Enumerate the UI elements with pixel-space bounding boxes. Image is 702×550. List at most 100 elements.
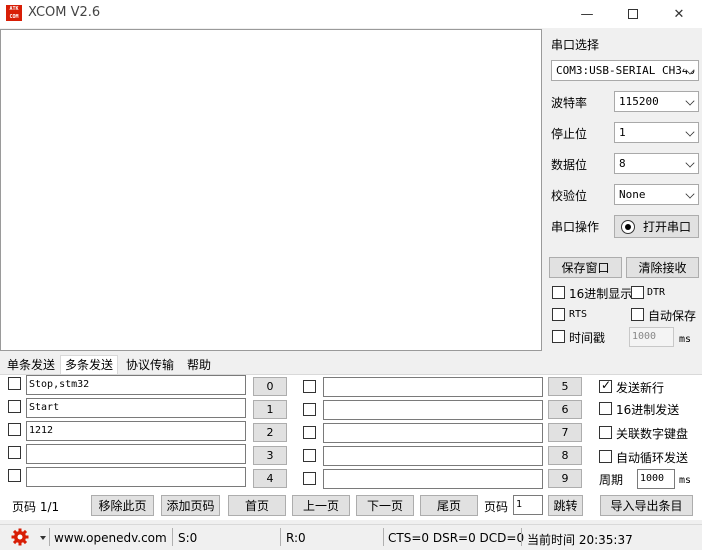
tab-multi-send[interactable]: 多条发送	[60, 355, 119, 375]
rts-checkbox[interactable]	[552, 308, 565, 321]
baud-value: 115200	[619, 95, 659, 108]
period-label: 周期	[599, 473, 624, 487]
tab-help[interactable]: 帮助	[182, 355, 216, 375]
add-page-button[interactable]: 添加页码	[161, 495, 220, 516]
send-row-button[interactable]: 9	[548, 469, 582, 488]
send-row-button[interactable]: 7	[548, 423, 582, 442]
auto-loop-checkbox[interactable]	[599, 450, 612, 463]
maximize-icon[interactable]	[610, 0, 656, 28]
last-page-button[interactable]: 尾页	[420, 495, 478, 516]
stopbits-label: 停止位	[551, 127, 588, 141]
jump-button[interactable]: 跳转	[548, 495, 583, 516]
app-logo-icon: ATK COM	[6, 5, 22, 21]
send-row-input[interactable]: Stop,stm32	[26, 375, 246, 395]
send-row-checkbox[interactable]	[303, 426, 316, 439]
import-export-button[interactable]: 导入导出条目	[600, 495, 693, 516]
send-row-input[interactable]	[323, 423, 543, 443]
signal-status: CTS=0 DSR=0 DCD=0	[388, 531, 525, 545]
send-row-input[interactable]	[323, 400, 543, 420]
send-row-checkbox[interactable]	[303, 472, 316, 485]
hex-display-checkbox[interactable]	[552, 286, 565, 299]
tab-single-send[interactable]: 单条发送	[2, 355, 60, 375]
send-row-button[interactable]: 6	[548, 400, 582, 419]
port-operation-label: 串口操作	[551, 220, 600, 234]
parity-combo[interactable]: None	[614, 184, 699, 205]
remove-page-button[interactable]: 移除此页	[91, 495, 154, 516]
send-row-button[interactable]: 2	[253, 423, 287, 442]
rts-label: RTS	[569, 309, 588, 320]
page-jump-label: 页码	[484, 500, 509, 514]
send-row-checkbox[interactable]	[8, 446, 21, 459]
timestamp-label: 时间戳	[569, 331, 606, 345]
send-row-checkbox[interactable]	[303, 380, 316, 393]
timestamp-input[interactable]: 1000	[629, 327, 674, 347]
send-row-checkbox[interactable]	[303, 403, 316, 416]
send-row-button[interactable]: 1	[253, 400, 287, 419]
send-row-button[interactable]: 3	[253, 446, 287, 465]
port-status-radio-icon	[621, 219, 635, 234]
dtr-checkbox[interactable]	[631, 286, 644, 299]
link-keypad-label: 关联数字键盘	[616, 427, 689, 441]
send-row-input[interactable]	[323, 377, 543, 397]
auto-loop-label: 自动循环发送	[616, 451, 689, 465]
parity-label: 校验位	[551, 189, 588, 203]
next-page-button[interactable]: 下一页	[356, 495, 414, 516]
send-row-checkbox[interactable]	[8, 469, 21, 482]
status-divider	[383, 528, 384, 546]
send-row-checkbox[interactable]	[8, 423, 21, 436]
website-link[interactable]: www.openedv.com	[54, 531, 167, 545]
send-row-input[interactable]	[323, 446, 543, 466]
send-row-input[interactable]: 1212	[26, 421, 246, 441]
gear-icon[interactable]	[10, 527, 30, 547]
chevron-down-icon[interactable]	[40, 536, 46, 540]
baud-combo[interactable]: 115200	[614, 91, 699, 112]
port-combo[interactable]: COM3:USB-SERIAL CH340	[551, 60, 699, 81]
hex-send-label: 16进制发送	[616, 403, 680, 417]
receive-output-area[interactable]	[0, 29, 542, 351]
tab-protocol[interactable]: 协议传输	[121, 355, 179, 375]
page-info: 页码 1/1	[12, 500, 60, 514]
auto-save-label: 自动保存	[648, 309, 697, 323]
chevron-down-icon	[685, 189, 695, 199]
databits-value: 8	[619, 157, 626, 170]
send-row-input[interactable]: Start	[26, 398, 246, 418]
hex-send-checkbox[interactable]	[599, 402, 612, 415]
status-divider	[172, 528, 173, 546]
stopbits-value: 1	[619, 126, 626, 139]
send-row-button[interactable]: 8	[548, 446, 582, 465]
send-row-button[interactable]: 0	[253, 377, 287, 396]
send-row-input[interactable]	[26, 444, 246, 464]
timestamp-checkbox[interactable]	[552, 330, 565, 343]
minimize-icon[interactable]: —	[564, 0, 610, 28]
stopbits-combo[interactable]: 1	[614, 122, 699, 143]
open-port-button[interactable]: 打开串口	[614, 215, 699, 238]
close-icon[interactable]: ✕	[656, 0, 702, 28]
period-input[interactable]: 1000	[637, 469, 675, 489]
send-row-checkbox[interactable]	[8, 400, 21, 413]
page-jump-input[interactable]: 1	[513, 495, 543, 515]
clear-receive-button[interactable]: 清除接收	[626, 257, 699, 278]
send-row-button[interactable]: 5	[548, 377, 582, 396]
auto-save-checkbox[interactable]	[631, 308, 644, 321]
send-row-checkbox[interactable]	[303, 449, 316, 462]
send-row-input[interactable]	[26, 467, 246, 487]
timestamp-unit: ms	[679, 334, 692, 345]
send-newline-checkbox[interactable]	[599, 378, 612, 393]
first-page-button[interactable]: 首页	[228, 495, 286, 516]
send-row-input[interactable]	[323, 469, 543, 489]
link-keypad-checkbox[interactable]	[599, 426, 612, 439]
databits-combo[interactable]: 8	[614, 153, 699, 174]
send-row-button[interactable]: 4	[253, 469, 287, 488]
period-unit: ms	[679, 475, 692, 486]
open-port-label: 打开串口	[643, 220, 692, 234]
save-window-button[interactable]: 保存窗口	[549, 257, 622, 278]
window-title: XCOM V2.6	[28, 5, 101, 20]
prev-page-button[interactable]: 上一页	[292, 495, 350, 516]
status-divider	[280, 528, 281, 546]
send-row-checkbox[interactable]	[8, 377, 21, 390]
databits-label: 数据位	[551, 158, 588, 172]
sent-count: S:0	[178, 531, 198, 545]
hex-display-label: 16进制显示	[569, 287, 633, 301]
chevron-down-icon	[685, 158, 695, 168]
port-value: COM3:USB-SERIAL CH340	[556, 64, 696, 77]
